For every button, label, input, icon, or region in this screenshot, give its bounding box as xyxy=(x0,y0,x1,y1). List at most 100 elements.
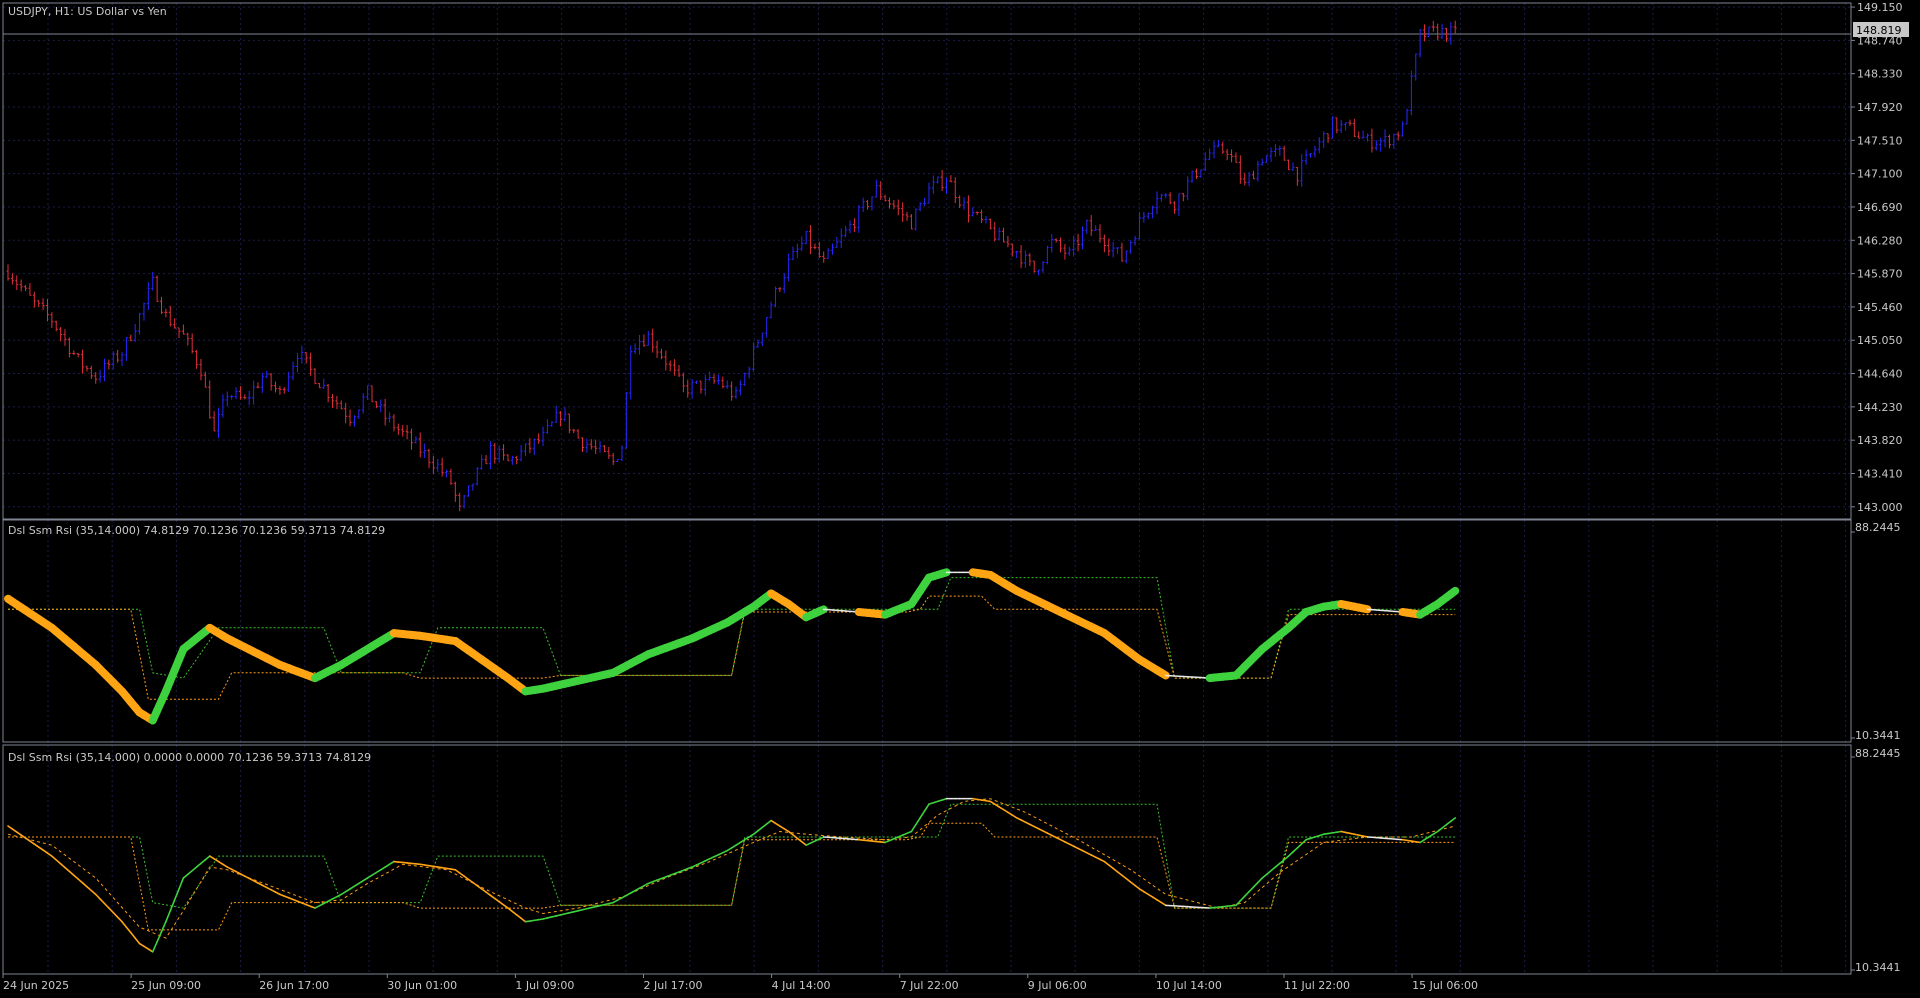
rsi-segment xyxy=(1112,867,1119,873)
rsi-segment xyxy=(182,873,189,879)
rsi-segment xyxy=(55,859,62,865)
current-price-tag: 148.819 xyxy=(1853,22,1909,37)
rsi-segment xyxy=(765,819,772,825)
price-tick-label: 144.230 xyxy=(1857,401,1903,414)
time-tick-label: 1 Jul 09:00 xyxy=(515,979,574,992)
rsi-segment xyxy=(77,878,84,884)
upper-level-line xyxy=(8,803,1456,909)
rsi-segment xyxy=(498,900,505,906)
rsi-segment xyxy=(910,823,917,833)
rsi-segment xyxy=(1446,586,1460,599)
grid xyxy=(3,3,1851,974)
lower-level-line xyxy=(8,822,1456,931)
current-price-label: 148.819 xyxy=(1856,24,1902,37)
rsi-segment xyxy=(1134,884,1141,890)
rsi-segment xyxy=(200,858,207,865)
rsi-segment xyxy=(485,891,492,897)
rsi-segment xyxy=(1292,847,1299,853)
time-tick-label: 9 Jul 06:00 xyxy=(1028,979,1087,992)
price-tick-label: 148.330 xyxy=(1857,68,1903,81)
price-tick-label: 147.920 xyxy=(1857,101,1903,114)
rsi-segment xyxy=(1257,877,1264,884)
price-tick-label: 143.410 xyxy=(1857,467,1903,480)
rsi-segment xyxy=(1235,899,1242,907)
rsi2-max-label: 88.2445 xyxy=(1855,747,1901,760)
rsi-segment xyxy=(129,931,136,939)
rsi-segment xyxy=(923,803,930,812)
rsi-segment xyxy=(1274,862,1281,868)
rsi-segment xyxy=(90,889,97,896)
price-tick-label: 144.640 xyxy=(1857,368,1903,381)
time-tick-label: 4 Jul 14:00 xyxy=(772,979,831,992)
rsi-segment xyxy=(1157,668,1170,680)
price-tick-label: 145.460 xyxy=(1857,301,1903,314)
rsi-segment xyxy=(116,916,123,923)
rsi-segment xyxy=(1441,823,1448,829)
rsi-segment xyxy=(1300,838,1307,845)
rsi-segment xyxy=(1239,895,1246,902)
rsi-segment xyxy=(156,930,163,943)
price-tick-label: 147.510 xyxy=(1857,134,1903,147)
rsi1-max-label: 88.2445 xyxy=(1855,521,1901,534)
rsi-segment xyxy=(1261,873,1268,879)
rsi-segment xyxy=(796,837,803,843)
rsi-segment xyxy=(489,894,496,900)
chart-canvas[interactable]: 149.150148.740148.330147.920147.510147.1… xyxy=(0,0,1920,998)
rsi-segment xyxy=(81,882,88,888)
rsi-segment xyxy=(64,866,71,873)
axes: 149.150148.740148.330147.920147.510147.1… xyxy=(2,1,1903,992)
price-tick-label: 143.820 xyxy=(1857,434,1903,447)
rsi-segment xyxy=(458,872,465,877)
rsi-segment xyxy=(476,884,483,890)
rsi-segment xyxy=(51,855,58,861)
rsi-segment xyxy=(1296,842,1303,849)
time-tick-label: 7 Jul 22:00 xyxy=(900,979,959,992)
rsi1-legend: Dsl Ssm Rsi (35,14.000) 74.8129 70.1236 … xyxy=(8,524,385,537)
rsi-segment xyxy=(187,869,193,876)
price-tick-label: 146.280 xyxy=(1857,234,1903,247)
panel-frame-2 xyxy=(2,744,1852,975)
symbol-title: USDJPY, H1: US Dollar vs Yen xyxy=(8,5,167,18)
price-tick-label: 149.150 xyxy=(1857,1,1903,14)
price-tick-label: 146.690 xyxy=(1857,201,1903,214)
rsi-segment xyxy=(472,881,479,887)
rsi-segment xyxy=(1103,860,1110,866)
price-tick-label: 147.100 xyxy=(1857,168,1903,181)
rsi-segment xyxy=(511,910,518,916)
rsi-segment xyxy=(165,909,172,923)
rsi-segment xyxy=(757,826,764,832)
rsi-segment xyxy=(502,904,509,909)
rsi-segment xyxy=(515,914,522,920)
rsi-segment xyxy=(94,893,101,900)
rsi-segment xyxy=(112,911,119,918)
rsi-segment xyxy=(125,926,132,934)
rsi-segment xyxy=(59,862,66,869)
rsi-segment xyxy=(480,888,487,893)
rsi-segment xyxy=(1287,851,1294,857)
rsi-segment xyxy=(915,817,921,826)
rsi-segment xyxy=(1160,901,1167,907)
rsi-segment xyxy=(178,877,185,890)
time-tick-label: 10 Jul 14:00 xyxy=(1156,979,1222,992)
rsi-segment xyxy=(1248,886,1255,893)
rsi-segment xyxy=(463,875,470,881)
rsi-segment xyxy=(919,810,926,819)
panel-frames xyxy=(2,2,1852,975)
rsi-segment xyxy=(121,920,128,928)
rsi-segment xyxy=(800,840,807,846)
rsi2-legend: Dsl Ssm Rsi (35,14.000) 0.0000 0.0000 70… xyxy=(8,751,371,764)
rsi-segment xyxy=(195,862,202,868)
lower-level-line xyxy=(8,595,1456,700)
rsi-segment xyxy=(68,870,75,877)
rsi-segment xyxy=(1121,874,1128,880)
panel-frame-0 xyxy=(2,2,1852,520)
upper-level-line xyxy=(8,577,1456,679)
rsi-segment xyxy=(191,866,198,872)
rsi-segment xyxy=(86,885,93,892)
rsi-segment xyxy=(134,937,141,945)
rsi-segment xyxy=(204,855,211,861)
rsi-panel-2 xyxy=(7,797,1457,953)
price-tick-label: 145.870 xyxy=(1857,268,1903,281)
time-tick-label: 24 Jun 2025 xyxy=(3,979,69,992)
rsi-segment xyxy=(1252,881,1259,888)
